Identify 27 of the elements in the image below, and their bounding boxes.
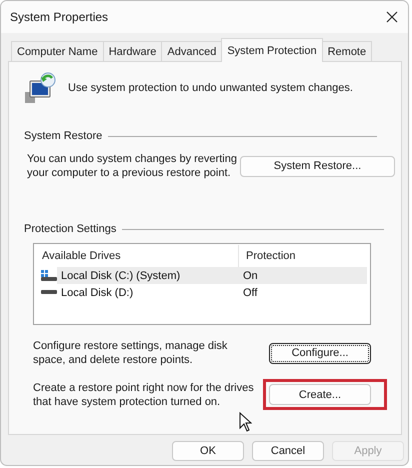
system-restore-button[interactable]: System Restore... — [240, 156, 395, 176]
drive-name: Local Disk (D:) — [61, 286, 134, 298]
tab[interactable]: System Protection — [221, 38, 323, 62]
protection-status: Off — [243, 286, 258, 298]
column-header[interactable]: Protection — [239, 245, 296, 267]
protection-status: On — [243, 270, 258, 282]
drive-name: Local Disk (C:) (System) — [61, 270, 180, 282]
system-drive-icon — [41, 270, 57, 281]
window-title: System Properties — [10, 10, 108, 24]
dialog-button[interactable]: OK — [172, 441, 244, 461]
description-text: Configure restore settings, manage disk space, and delete restore points. — [33, 339, 228, 367]
column-header[interactable]: Available Drives — [35, 245, 239, 267]
drive-icon — [41, 290, 57, 295]
dialog-button[interactable]: Cancel — [252, 441, 324, 461]
group-heading: Protection Settings — [24, 223, 116, 235]
group-heading: System Restore — [24, 130, 102, 142]
tab[interactable]: Remote — [322, 41, 372, 61]
close-icon[interactable] — [386, 11, 398, 23]
intro-text: Use system protection to undo unwanted system changes. — [68, 82, 353, 94]
create-button[interactable]: Create... — [269, 384, 371, 405]
tab[interactable]: Computer Name — [11, 41, 104, 61]
drive-row[interactable]: Local Disk (D:) Off — [35, 284, 367, 301]
computer-shield-icon — [24, 72, 56, 104]
description-text: Create a restore point right now for the drives that have system protection turned on. — [33, 380, 255, 408]
mouse-cursor-icon — [239, 412, 252, 432]
description-text: You can undo system changes by reverting your computer to a previous restore point. — [27, 152, 238, 180]
configure-button[interactable]: Configure... — [269, 342, 371, 364]
